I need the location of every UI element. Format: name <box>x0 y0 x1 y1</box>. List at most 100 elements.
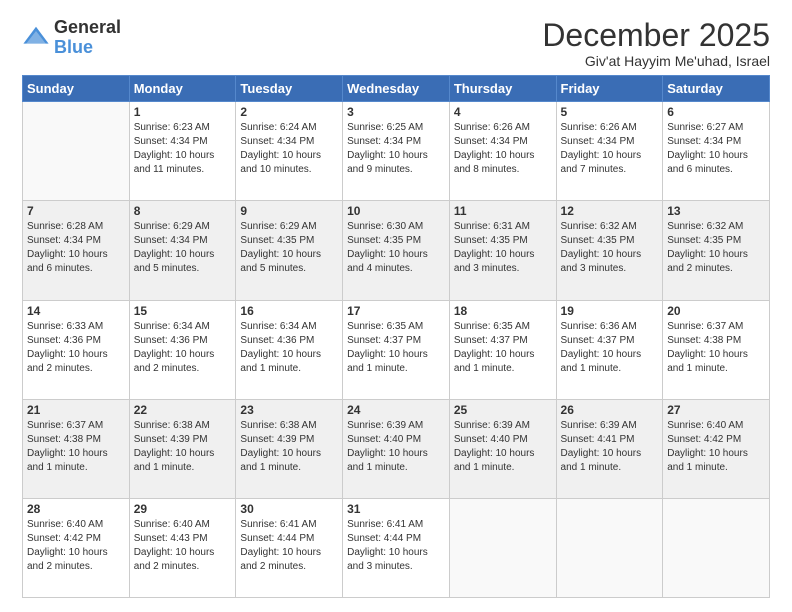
calendar-day-cell: 8 Sunrise: 6:29 AM Sunset: 4:34 PM Daylig… <box>129 201 236 300</box>
day-info: Sunrise: 6:40 AM Sunset: 4:42 PM Dayligh… <box>667 419 765 475</box>
calendar-day-cell <box>449 498 556 597</box>
day-info: Sunrise: 6:39 AM Sunset: 4:41 PM Dayligh… <box>561 419 659 475</box>
day-number: 4 <box>454 105 552 119</box>
day-number: 3 <box>347 105 445 119</box>
day-info: Sunrise: 6:35 AM Sunset: 4:37 PM Dayligh… <box>454 320 552 376</box>
day-info: Sunrise: 6:40 AM Sunset: 4:43 PM Dayligh… <box>134 518 232 574</box>
day-number: 24 <box>347 403 445 417</box>
column-header-friday: Friday <box>556 76 663 102</box>
day-info: Sunrise: 6:34 AM Sunset: 4:36 PM Dayligh… <box>240 320 338 376</box>
day-info: Sunrise: 6:29 AM Sunset: 4:34 PM Dayligh… <box>134 220 232 276</box>
calendar-day-cell: 7Sunrise: 6:28 AM Sunset: 4:34 PM Daylig… <box>23 201 130 300</box>
day-number: 16 <box>240 304 338 318</box>
day-info: Sunrise: 6:24 AM Sunset: 4:34 PM Dayligh… <box>240 121 338 177</box>
calendar-header-row: SundayMondayTuesdayWednesdayThursdayFrid… <box>23 76 770 102</box>
calendar-day-cell: 17 Sunrise: 6:35 AM Sunset: 4:37 PM Dayli… <box>343 300 450 399</box>
day-info: Sunrise: 6:29 AM Sunset: 4:35 PM Dayligh… <box>240 220 338 276</box>
column-header-wednesday: Wednesday <box>343 76 450 102</box>
calendar-day-cell <box>663 498 770 597</box>
logo-general-text: General <box>54 18 121 38</box>
calendar-day-cell: 18 Sunrise: 6:35 AM Sunset: 4:37 PM Dayli… <box>449 300 556 399</box>
calendar-day-cell: 12Sunrise: 6:32 AM Sunset: 4:35 PM Dayli… <box>556 201 663 300</box>
day-info: Sunrise: 6:30 AM Sunset: 4:35 PM Dayligh… <box>347 220 445 276</box>
column-header-saturday: Saturday <box>663 76 770 102</box>
day-info: Sunrise: 6:27 AM Sunset: 4:34 PM Dayligh… <box>667 121 765 177</box>
day-number: 11 <box>454 204 552 218</box>
calendar-day-cell: 2Sunrise: 6:24 AM Sunset: 4:34 PM Daylig… <box>236 102 343 201</box>
calendar-day-cell: 11 Sunrise: 6:31 AM Sunset: 4:35 PM Dayli… <box>449 201 556 300</box>
day-info: Sunrise: 6:37 AM Sunset: 4:38 PM Dayligh… <box>667 320 765 376</box>
day-info: Sunrise: 6:25 AM Sunset: 4:34 PM Dayligh… <box>347 121 445 177</box>
day-info: Sunrise: 6:39 AM Sunset: 4:40 PM Dayligh… <box>347 419 445 475</box>
calendar-day-cell <box>23 102 130 201</box>
logo-blue-text: Blue <box>54 38 121 58</box>
calendar-day-cell: 9Sunrise: 6:29 AM Sunset: 4:35 PM Daylig… <box>236 201 343 300</box>
day-info: Sunrise: 6:33 AM Sunset: 4:36 PM Dayligh… <box>27 320 125 376</box>
day-info: Sunrise: 6:40 AM Sunset: 4:42 PM Dayligh… <box>27 518 125 574</box>
calendar-day-cell: 14 Sunrise: 6:33 AM Sunset: 4:36 PM Dayli… <box>23 300 130 399</box>
calendar-day-cell <box>556 498 663 597</box>
day-info: Sunrise: 6:32 AM Sunset: 4:35 PM Dayligh… <box>561 220 659 276</box>
calendar-week-row: 1 Sunrise: 6:23 AM Sunset: 4:34 PM Daylig… <box>23 102 770 201</box>
day-info: Sunrise: 6:37 AM Sunset: 4:38 PM Dayligh… <box>27 419 125 475</box>
day-info: Sunrise: 6:38 AM Sunset: 4:39 PM Dayligh… <box>134 419 232 475</box>
day-number: 7 <box>27 204 125 218</box>
page: General Blue December 2025 Giv'at Hayyim… <box>0 0 792 612</box>
calendar-day-cell: 16 Sunrise: 6:34 AM Sunset: 4:36 PM Dayli… <box>236 300 343 399</box>
day-number: 21 <box>27 403 125 417</box>
day-number: 22 <box>134 403 232 417</box>
day-info: Sunrise: 6:23 AM Sunset: 4:34 PM Dayligh… <box>134 121 232 177</box>
day-number: 19 <box>561 304 659 318</box>
calendar-day-cell: 19Sunrise: 6:36 AM Sunset: 4:37 PM Dayli… <box>556 300 663 399</box>
day-number: 20 <box>667 304 765 318</box>
day-number: 30 <box>240 502 338 516</box>
day-info: Sunrise: 6:31 AM Sunset: 4:35 PM Dayligh… <box>454 220 552 276</box>
calendar-day-cell: 10 Sunrise: 6:30 AM Sunset: 4:35 PM Dayli… <box>343 201 450 300</box>
day-number: 27 <box>667 403 765 417</box>
logo: General Blue <box>22 18 121 58</box>
calendar-day-cell: 5Sunrise: 6:26 AM Sunset: 4:34 PM Daylig… <box>556 102 663 201</box>
day-number: 28 <box>27 502 125 516</box>
day-info: Sunrise: 6:32 AM Sunset: 4:35 PM Dayligh… <box>667 220 765 276</box>
day-number: 26 <box>561 403 659 417</box>
calendar-day-cell: 26 Sunrise: 6:39 AM Sunset: 4:41 PM Dayli… <box>556 399 663 498</box>
column-header-monday: Monday <box>129 76 236 102</box>
calendar-day-cell: 29Sunrise: 6:40 AM Sunset: 4:43 PM Dayli… <box>129 498 236 597</box>
calendar-day-cell: 28 Sunrise: 6:40 AM Sunset: 4:42 PM Dayli… <box>23 498 130 597</box>
calendar-day-cell: 15 Sunrise: 6:34 AM Sunset: 4:36 PM Dayli… <box>129 300 236 399</box>
calendar-day-cell: 20 Sunrise: 6:37 AM Sunset: 4:38 PM Dayli… <box>663 300 770 399</box>
day-number: 15 <box>134 304 232 318</box>
day-number: 13 <box>667 204 765 218</box>
column-header-thursday: Thursday <box>449 76 556 102</box>
calendar-day-cell: 22 Sunrise: 6:38 AM Sunset: 4:39 PM Dayli… <box>129 399 236 498</box>
day-number: 1 <box>134 105 232 119</box>
calendar-day-cell: 30Sunrise: 6:41 AM Sunset: 4:44 PM Dayli… <box>236 498 343 597</box>
calendar-day-cell: 31 Sunrise: 6:41 AM Sunset: 4:44 PM Dayli… <box>343 498 450 597</box>
day-number: 10 <box>347 204 445 218</box>
calendar-day-cell: 13 Sunrise: 6:32 AM Sunset: 4:35 PM Dayli… <box>663 201 770 300</box>
header: General Blue December 2025 Giv'at Hayyim… <box>22 18 770 69</box>
calendar-day-cell: 3 Sunrise: 6:25 AM Sunset: 4:34 PM Daylig… <box>343 102 450 201</box>
column-header-sunday: Sunday <box>23 76 130 102</box>
day-number: 23 <box>240 403 338 417</box>
day-info: Sunrise: 6:34 AM Sunset: 4:36 PM Dayligh… <box>134 320 232 376</box>
calendar-day-cell: 24 Sunrise: 6:39 AM Sunset: 4:40 PM Dayli… <box>343 399 450 498</box>
calendar-table: SundayMondayTuesdayWednesdayThursdayFrid… <box>22 75 770 598</box>
calendar-week-row: 14 Sunrise: 6:33 AM Sunset: 4:36 PM Dayli… <box>23 300 770 399</box>
calendar-day-cell: 6Sunrise: 6:27 AM Sunset: 4:34 PM Daylig… <box>663 102 770 201</box>
day-info: Sunrise: 6:41 AM Sunset: 4:44 PM Dayligh… <box>347 518 445 574</box>
day-number: 5 <box>561 105 659 119</box>
calendar-day-cell: 21 Sunrise: 6:37 AM Sunset: 4:38 PM Dayli… <box>23 399 130 498</box>
day-info: Sunrise: 6:38 AM Sunset: 4:39 PM Dayligh… <box>240 419 338 475</box>
day-info: Sunrise: 6:35 AM Sunset: 4:37 PM Dayligh… <box>347 320 445 376</box>
calendar-week-row: 28 Sunrise: 6:40 AM Sunset: 4:42 PM Dayli… <box>23 498 770 597</box>
day-info: Sunrise: 6:39 AM Sunset: 4:40 PM Dayligh… <box>454 419 552 475</box>
calendar-week-row: 21 Sunrise: 6:37 AM Sunset: 4:38 PM Dayli… <box>23 399 770 498</box>
day-number: 8 <box>134 204 232 218</box>
day-number: 17 <box>347 304 445 318</box>
day-number: 14 <box>27 304 125 318</box>
logo-text: General Blue <box>54 18 121 58</box>
title-block: December 2025 Giv'at Hayyim Me'uhad, Isr… <box>542 18 770 69</box>
day-number: 18 <box>454 304 552 318</box>
day-number: 31 <box>347 502 445 516</box>
